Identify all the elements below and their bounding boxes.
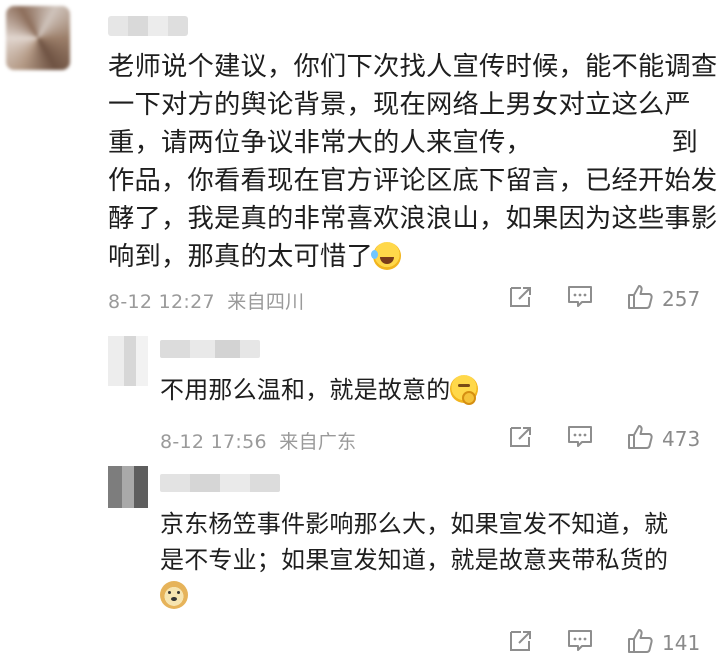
like-count: 141 bbox=[662, 631, 701, 655]
thumbs-up-icon[interactable] bbox=[626, 283, 654, 315]
comment-line-part: 响到，那真的太可惜了 bbox=[108, 242, 373, 272]
reply-username-blurred[interactable] bbox=[160, 474, 280, 492]
comment-text: 老师说个建议，你们下次找人宣传时候，能不能调查 一下对方的舆论背景，现在网络上男… bbox=[108, 48, 718, 276]
reply-actions: 141 bbox=[508, 627, 700, 659]
comment-line: 老师说个建议，你们下次找人宣传时候，能不能调查 bbox=[108, 52, 718, 82]
comment-line: 酵了，我是真的非常喜欢浪浪山，如果因为这些事影 bbox=[108, 204, 718, 234]
reply-line-part: 不用那么温和，就是故意的 bbox=[160, 376, 451, 404]
comment-icon[interactable] bbox=[566, 628, 594, 658]
comment-line: 响到，那真的太可惜了 bbox=[108, 238, 698, 276]
comment-icon[interactable] bbox=[566, 284, 594, 314]
reply-text: 京东杨笠事件影响那么大，如果宣发不知道，就 是不专业；如果宣发知道，就是故意夹带… bbox=[160, 506, 700, 614]
comment-icon[interactable] bbox=[566, 424, 594, 454]
comment-line-part: 重，请两位争议非常大的人来宣传， bbox=[108, 128, 532, 158]
reply-thread: 不用那么温和，就是故意的 8-12 17:56 来自广东 473 京东杨笠事件影… bbox=[0, 332, 719, 669]
reply-text: 不用那么温和，就是故意的 bbox=[160, 372, 700, 408]
thumbs-up-icon[interactable] bbox=[626, 423, 654, 455]
comment-line-part: 到 bbox=[671, 128, 698, 158]
username-blurred[interactable] bbox=[108, 16, 188, 36]
timestamp: 8-12 12:27 bbox=[108, 291, 215, 313]
timestamp: 8-12 17:56 bbox=[160, 431, 267, 453]
share-icon[interactable] bbox=[508, 628, 534, 658]
comment-line: 作品，你看看现在官方评论区底下留言，已经开始发 bbox=[108, 166, 718, 196]
reply-avatar[interactable] bbox=[108, 336, 148, 386]
comment-meta: 8-12 12:27 来自四川 bbox=[108, 287, 304, 314]
reply-line bbox=[160, 578, 700, 614]
comment-line: 一下对方的舆论背景，现在网络上男女对立这么严 bbox=[108, 90, 691, 120]
location: 来自广东 bbox=[279, 431, 357, 453]
reply-line: 是不专业；如果宣发知道，就是故意夹带私货的 bbox=[160, 546, 669, 574]
like-count: 257 bbox=[662, 287, 701, 311]
comment-line: 重，请两位争议非常大的人来宣传， 到 bbox=[108, 124, 698, 162]
comment-actions: 257 bbox=[508, 283, 700, 315]
reply-meta: 8-12 17:56 来自广东 bbox=[160, 427, 356, 454]
thinking-emoji-icon bbox=[450, 375, 479, 405]
main-comment: 老师说个建议，你们下次找人宣传时候，能不能调查 一下对方的舆论背景，现在网络上男… bbox=[0, 0, 719, 330]
thumbs-up-icon[interactable] bbox=[626, 627, 654, 659]
doge-emoji-icon bbox=[160, 581, 188, 609]
reply-line: 京东杨笠事件影响那么大，如果宣发不知道，就 bbox=[160, 510, 669, 538]
share-icon[interactable] bbox=[508, 284, 534, 314]
reply-actions: 473 bbox=[508, 423, 700, 455]
reply-line: 不用那么温和，就是故意的 bbox=[160, 372, 700, 408]
avatar[interactable] bbox=[6, 6, 70, 70]
laughing-crying-emoji-icon bbox=[370, 242, 401, 270]
reply-username-blurred[interactable] bbox=[160, 340, 260, 358]
location: 来自四川 bbox=[227, 291, 305, 313]
like-count: 473 bbox=[662, 427, 701, 451]
reply-avatar[interactable] bbox=[108, 466, 148, 508]
share-icon[interactable] bbox=[508, 424, 534, 454]
